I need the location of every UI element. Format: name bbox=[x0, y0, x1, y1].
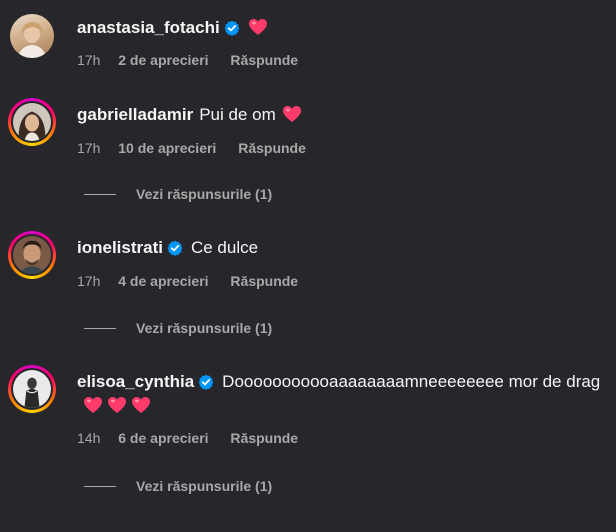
profile-photo bbox=[10, 14, 54, 58]
comment-text: Pui de om bbox=[199, 105, 276, 124]
red-heart-emoji-icon bbox=[132, 397, 150, 413]
profile-photo bbox=[13, 236, 51, 274]
likes-count[interactable]: 10 de aprecieri bbox=[118, 140, 216, 156]
comment-time: 14h bbox=[77, 430, 101, 446]
username[interactable]: elisoa_cynthia bbox=[77, 372, 194, 391]
comment-text: Ce dulce bbox=[190, 238, 259, 257]
verified-badge-icon bbox=[198, 374, 214, 390]
verified-badge-icon bbox=[167, 240, 183, 256]
view-replies-button[interactable]: Vezi răspunsurile (1) bbox=[84, 319, 272, 337]
comment-text: Dooooooooooaaaaaaaamneeeeeeee mor de dra… bbox=[222, 372, 601, 391]
red-heart-emoji-icon bbox=[248, 19, 267, 35]
avatar[interactable] bbox=[10, 14, 54, 58]
username[interactable]: anastasia_fotachi bbox=[77, 18, 220, 37]
view-replies-button[interactable]: Vezi răspunsurile (1) bbox=[84, 185, 272, 203]
avatar[interactable] bbox=[8, 365, 56, 413]
view-replies-label: Vezi răspunsurile (1) bbox=[136, 186, 273, 202]
reply-button[interactable]: Răspunde bbox=[238, 140, 306, 156]
likes-count[interactable]: 4 de aprecieri bbox=[118, 273, 208, 289]
username[interactable]: gabrielladamir bbox=[77, 105, 193, 124]
view-replies-label: Vezi răspunsurile (1) bbox=[136, 320, 273, 336]
replies-divider bbox=[84, 486, 116, 487]
comment-time: 17h bbox=[77, 273, 101, 289]
replies-divider bbox=[84, 194, 116, 195]
profile-photo bbox=[13, 103, 51, 141]
avatar[interactable] bbox=[8, 98, 56, 146]
reply-button[interactable]: Răspunde bbox=[230, 273, 298, 289]
avatar[interactable] bbox=[8, 231, 56, 279]
comment-time: 17h bbox=[77, 140, 101, 156]
red-heart-emoji-icon bbox=[108, 397, 126, 413]
view-replies-label: Vezi răspunsurile (1) bbox=[136, 478, 273, 494]
username[interactable]: ionelistrati bbox=[77, 238, 163, 257]
verified-badge-icon bbox=[224, 20, 240, 36]
replies-divider bbox=[84, 328, 116, 329]
reply-button[interactable]: Răspunde bbox=[230, 430, 298, 446]
view-replies-button[interactable]: Vezi răspunsurile (1) bbox=[84, 477, 272, 495]
reply-button[interactable]: Răspunde bbox=[230, 52, 298, 68]
profile-photo bbox=[13, 370, 51, 408]
likes-count[interactable]: 2 de aprecieri bbox=[118, 52, 208, 68]
likes-count[interactable]: 6 de aprecieri bbox=[118, 430, 208, 446]
comment-time: 17h bbox=[77, 52, 101, 68]
red-heart-emoji-icon bbox=[282, 106, 301, 122]
red-heart-emoji-icon bbox=[84, 397, 102, 413]
